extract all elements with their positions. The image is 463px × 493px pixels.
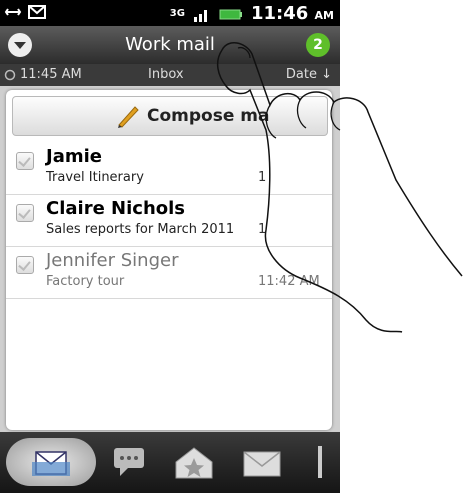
phone-screen: 3G 11:46 AM Work mail 2 11:45 AM Inbox D… bbox=[0, 0, 340, 493]
compose-button[interactable]: Compose ma bbox=[12, 96, 328, 136]
bottom-tab-bar bbox=[0, 432, 340, 493]
tab-favorites[interactable] bbox=[172, 440, 216, 484]
tab-inbox[interactable] bbox=[6, 438, 96, 486]
mail-notification-icon bbox=[28, 5, 46, 19]
unread-count-badge: 2 bbox=[306, 33, 330, 57]
favorites-tab-icon bbox=[175, 447, 213, 479]
message-row[interactable]: Jamie Travel Itinerary 1 bbox=[6, 142, 332, 195]
sync-status[interactable]: 11:45 AM bbox=[4, 67, 82, 82]
sort-selector[interactable]: Date ↓ bbox=[286, 67, 332, 82]
usb-icon bbox=[4, 8, 22, 16]
message-sender: Claire Nichols bbox=[46, 198, 186, 219]
message-time: 1 bbox=[258, 170, 267, 185]
message-checkbox[interactable] bbox=[16, 152, 34, 170]
message-row[interactable]: Claire Nichols Sales reports for March 2… bbox=[6, 194, 332, 247]
sort-arrow-icon: ↓ bbox=[321, 67, 332, 82]
status-bar: 3G 11:46 AM bbox=[0, 0, 340, 26]
flag-tab-icon bbox=[318, 446, 322, 478]
tab-unread[interactable] bbox=[240, 440, 284, 484]
network-type-indicator: 3G bbox=[169, 8, 185, 19]
message-sender: Jennifer Singer bbox=[46, 250, 179, 271]
clock: 11:46 AM bbox=[250, 3, 334, 24]
account-header: Work mail 2 bbox=[0, 26, 340, 64]
folder-name[interactable]: Inbox bbox=[148, 67, 184, 82]
battery-icon bbox=[219, 9, 242, 19]
sync-icon bbox=[4, 69, 16, 80]
message-subject: Factory tour bbox=[46, 274, 125, 289]
conversation-tab-icon bbox=[114, 448, 144, 476]
pencil-icon bbox=[118, 106, 139, 128]
message-checkbox[interactable] bbox=[16, 204, 34, 222]
message-time: 1 bbox=[258, 222, 267, 237]
tab-flagged[interactable] bbox=[306, 440, 340, 484]
signal-strength-icon bbox=[193, 9, 207, 22]
message-sender: Jamie bbox=[46, 146, 102, 167]
folder-bar: 11:45 AM Inbox Date ↓ bbox=[0, 64, 340, 86]
inbox-tab-icon bbox=[32, 451, 70, 476]
compose-label: Compose ma bbox=[147, 106, 270, 126]
message-subject: Travel Itinerary bbox=[46, 170, 144, 185]
message-subject: Sales reports for March 2011 bbox=[46, 222, 235, 237]
message-row[interactable]: Jennifer Singer Factory tour 11:42 AM bbox=[6, 246, 332, 299]
last-sync-time: 11:45 AM bbox=[20, 67, 82, 82]
message-checkbox[interactable] bbox=[16, 256, 34, 274]
message-time: 11:42 AM bbox=[258, 274, 320, 289]
tab-conversations[interactable] bbox=[110, 440, 154, 484]
account-title[interactable]: Work mail bbox=[0, 34, 340, 55]
message-list: Compose ma Jamie Travel Itinerary 1 Clai… bbox=[6, 90, 332, 430]
unread-tab-icon bbox=[243, 451, 281, 477]
